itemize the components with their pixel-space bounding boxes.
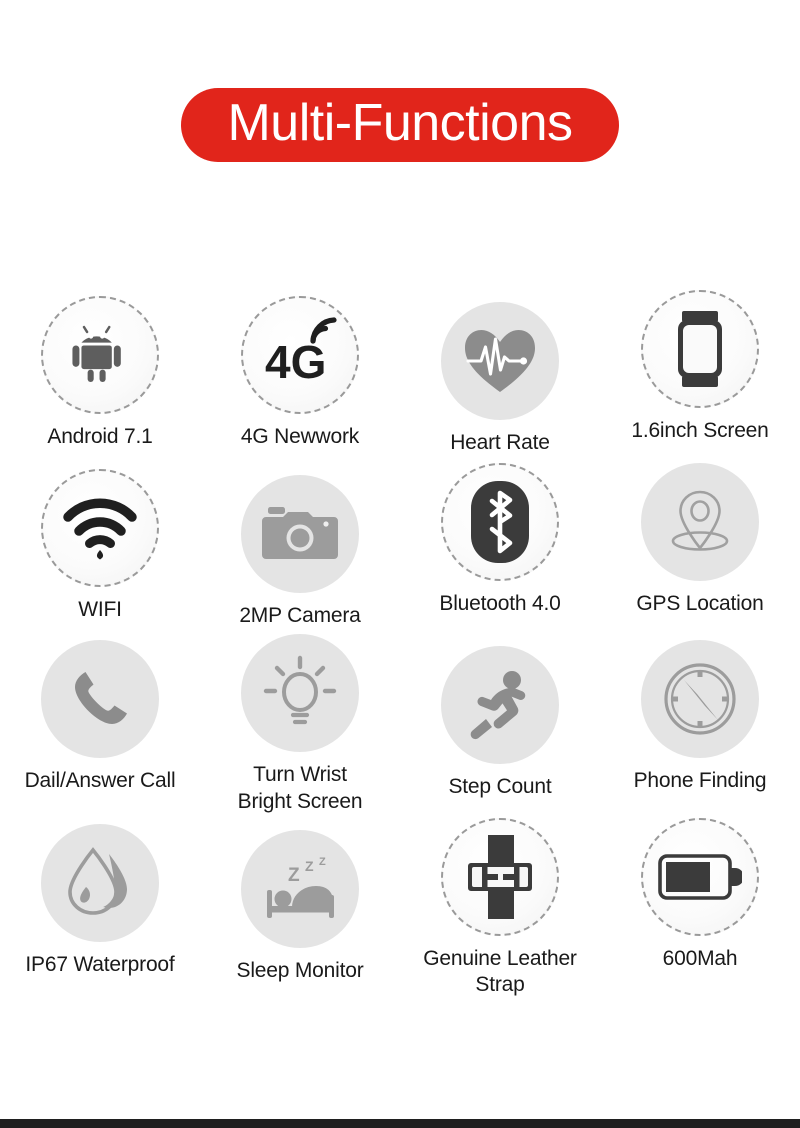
feature-label: 1.6inch Screen [631, 419, 769, 442]
svg-text:Z: Z [288, 865, 300, 886]
feature-label: IP67 Waterproof [25, 952, 175, 976]
feature-item-call[interactable]: Dail/Answer Call [0, 639, 200, 795]
feature-label: Step Count [448, 774, 552, 798]
feature-item-android[interactable]: Android 7.1 [0, 296, 200, 451]
feature-label: Android 7.1 [47, 425, 153, 448]
feature-label: Sleep Monitor [236, 958, 364, 982]
svg-text:4G: 4G [265, 336, 326, 388]
bluetooth-icon [441, 462, 559, 581]
map-pin-icon [641, 462, 759, 581]
feature-row: WIFI 2MP Camera Bluetooth 4.0 GPS Locati… [0, 462, 800, 630]
feature-row: Android 7.1 4G 4G Newwork Heart Rate 1.6… [0, 290, 800, 457]
battery-icon [641, 817, 759, 936]
running-person-icon [441, 645, 559, 764]
4g-signal-icon: 4G [241, 296, 359, 414]
feature-item-phone-finding[interactable]: Phone Finding [600, 639, 800, 795]
feature-label: WIFI [78, 597, 122, 621]
feature-label: Genuine Leather Strap [423, 946, 577, 997]
water-drop-icon [41, 823, 159, 942]
wifi-icon [41, 468, 159, 587]
compass-icon [641, 639, 759, 758]
watch-strap-icon [441, 817, 559, 936]
feature-grid: Android 7.1 4G 4G Newwork Heart Rate 1.6… [0, 290, 800, 1000]
feature-item-heart-rate[interactable]: Heart Rate [400, 302, 600, 457]
feature-item-battery[interactable]: 600Mah [600, 817, 800, 973]
feature-label: 4G Newwork [240, 425, 360, 448]
feature-item-4g-network[interactable]: 4G 4G Newwork [200, 296, 400, 451]
feature-item-camera[interactable]: 2MP Camera [200, 474, 400, 630]
feature-label: Phone Finding [633, 768, 767, 792]
feature-row: Dail/Answer Call Turn Wrist Bright Scree… [0, 633, 800, 816]
feature-item-gps[interactable]: GPS Location [600, 462, 800, 618]
feature-item-leather-strap[interactable]: Genuine Leather Strap [400, 817, 600, 1000]
feature-item-waterproof[interactable]: IP67 Waterproof [0, 823, 200, 979]
feature-item-screen[interactable]: 1.6inch Screen [600, 290, 800, 445]
page-title: Multi-Functions [181, 88, 619, 162]
lightbulb-icon [241, 633, 359, 752]
feature-item-turn-wrist[interactable]: Turn Wrist Bright Screen [200, 633, 400, 816]
banner-container: Multi-Functions [0, 88, 800, 162]
feature-item-wifi[interactable]: WIFI [0, 468, 200, 624]
feature-row: IP67 Waterproof Z Z Z Sleep Monitor Genu… [0, 817, 800, 1000]
android-icon [41, 296, 159, 414]
feature-label: Heart Rate [450, 431, 550, 454]
feature-label: GPS Location [636, 591, 764, 615]
svg-text:Z: Z [305, 858, 314, 874]
feature-label: Turn Wrist Bright Screen [237, 762, 363, 813]
feature-label: 2MP Camera [239, 603, 361, 627]
feature-label: Bluetooth 4.0 [439, 591, 561, 615]
feature-label: 600Mah [662, 946, 738, 970]
feature-item-step-count[interactable]: Step Count [400, 645, 600, 801]
camera-icon [241, 474, 359, 593]
feature-item-bluetooth[interactable]: Bluetooth 4.0 [400, 462, 600, 618]
svg-text:Z: Z [319, 856, 326, 868]
smartwatch-icon [641, 290, 759, 408]
phone-handset-icon [41, 639, 159, 758]
feature-item-sleep-monitor[interactable]: Z Z Z Sleep Monitor [200, 829, 400, 985]
heart-pulse-icon [441, 302, 559, 420]
feature-label: Dail/Answer Call [24, 768, 176, 792]
bottom-divider [0, 1119, 800, 1128]
sleep-bed-icon: Z Z Z [241, 829, 359, 948]
